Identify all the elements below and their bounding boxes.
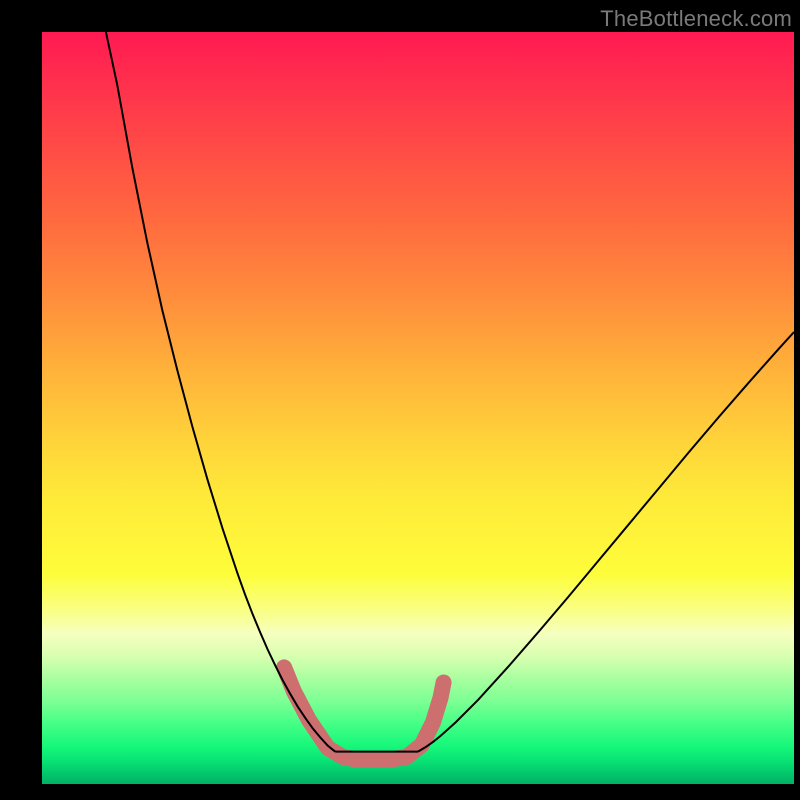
curve-left-path [106, 32, 335, 752]
curve-right-path [418, 332, 794, 752]
chart-svg [42, 32, 794, 784]
plot-area [42, 32, 794, 784]
chart-frame: TheBottleneck.com [0, 0, 800, 800]
marker-band-path [284, 667, 443, 760]
watermark-label: TheBottleneck.com [600, 6, 792, 32]
